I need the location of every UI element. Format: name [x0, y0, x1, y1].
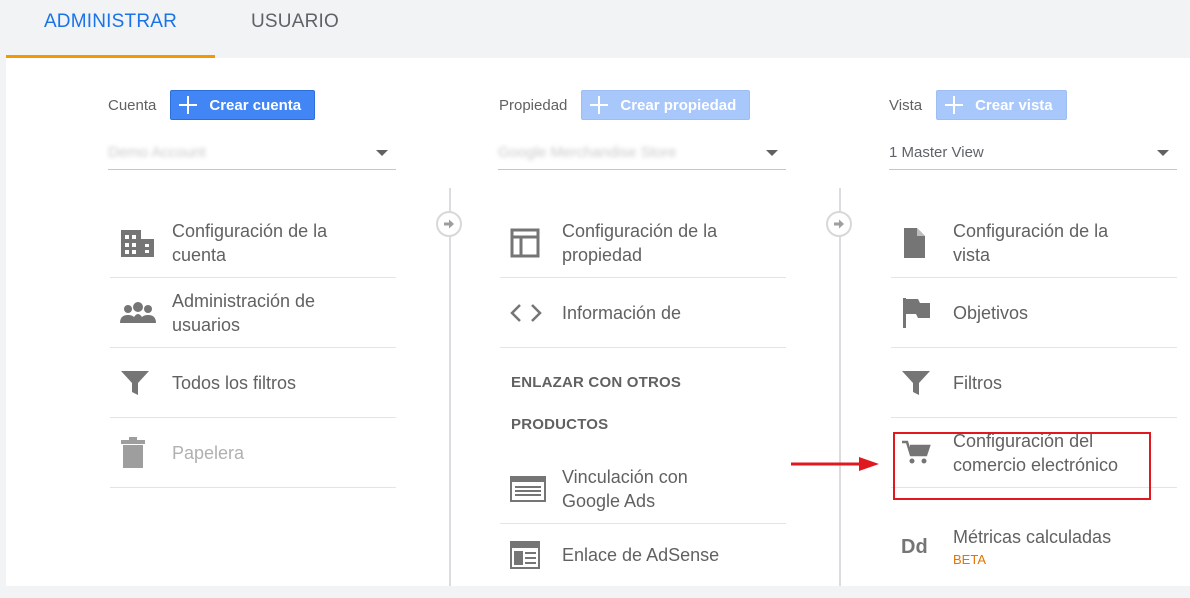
account-label: Cuenta [108, 96, 157, 114]
section-title-link-products: ENLAZAR CON OTROS [511, 374, 682, 391]
create-property-label: Crear propiedad [620, 96, 737, 114]
column-divider [839, 188, 841, 586]
admin-tabs: ADMINISTRAR USUARIO [0, 0, 1190, 58]
sidebar-item-label: Administración de usuarios [172, 290, 316, 335]
arrow-right-icon [436, 211, 462, 237]
code-icon [500, 293, 562, 333]
sidebar-item-label: Objetivos [953, 302, 1029, 323]
sidebar-item-all-filters[interactable]: Todos los filtros [110, 348, 396, 418]
account-header: Cuenta Crear cuenta [108, 90, 316, 120]
property-header: Propiedad Crear propiedad [499, 90, 751, 120]
trash-icon [110, 433, 172, 473]
sidebar-item-label-wrap: Métricas calculadas BETA [953, 525, 1111, 569]
people-icon [110, 293, 172, 333]
admin-panel: Cuenta Crear cuenta Demo Account Configu… [6, 58, 1190, 586]
sidebar-item-property-settings[interactable]: Configuración de la propiedad [500, 208, 786, 278]
layout-icon [500, 223, 562, 263]
create-view-button[interactable]: Crear vista [936, 90, 1067, 120]
building-icon [110, 223, 172, 263]
adsense-icon [500, 535, 562, 575]
view-select[interactable]: 1 Master View [889, 136, 1177, 170]
sidebar-item-google-ads-link[interactable]: Vinculación con Google Ads [500, 454, 786, 524]
chevron-down-icon [1157, 149, 1169, 156]
plus-icon [179, 96, 198, 114]
plus-icon [945, 96, 964, 114]
filter-icon [110, 363, 172, 403]
sidebar-item-account-settings[interactable]: Configuración de la cuenta [110, 208, 396, 278]
flag-icon [891, 293, 953, 333]
sidebar-item-label: Configuración de la cuenta [172, 220, 328, 265]
tab-usuario[interactable]: USUARIO [215, 0, 375, 58]
sidebar-item-label: Información de [562, 302, 682, 323]
property-select-value: Google Merchandise Store [498, 144, 677, 161]
red-arrow-icon [791, 457, 879, 471]
sidebar-item-view-settings[interactable]: Configuración de la vista [891, 208, 1177, 278]
sidebar-item-calculated-metrics[interactable]: Dd Métricas calculadas BETA [891, 508, 1177, 586]
sidebar-item-user-management[interactable]: Administración de usuarios [110, 278, 396, 348]
sidebar-item-adsense-link[interactable]: Enlace de AdSense [500, 524, 786, 586]
dd-icon: Dd [901, 535, 928, 558]
document-icon [891, 223, 953, 263]
highlight-box [893, 432, 1151, 500]
account-select[interactable]: Demo Account [108, 136, 396, 170]
beta-badge: BETA [953, 552, 986, 567]
filter-icon [891, 363, 953, 403]
sidebar-item-filters[interactable]: Filtros [891, 348, 1177, 418]
account-select-value: Demo Account [108, 144, 206, 161]
plus-icon [590, 96, 609, 114]
sidebar-item-label: Vinculación con Google Ads [562, 466, 688, 511]
sidebar-item-label: Configuración de la propiedad [562, 220, 718, 265]
section-title-products: PRODUCTOS [511, 416, 609, 433]
sidebar-item-tracking-info[interactable]: Información de [500, 278, 786, 348]
tab-administrar[interactable]: ADMINISTRAR [6, 0, 215, 58]
view-select-value: 1 Master View [889, 144, 984, 161]
sidebar-item-label: Papelera [172, 442, 245, 463]
sidebar-item-label: Configuración de la vista [953, 220, 1109, 265]
column-divider [449, 188, 451, 586]
sidebar-item-label: Métricas calculadas [953, 527, 1112, 547]
sidebar-item-trash[interactable]: Papelera [110, 418, 396, 488]
view-label: Vista [889, 96, 923, 114]
arrow-right-icon [826, 211, 852, 237]
property-select[interactable]: Google Merchandise Store [498, 136, 786, 170]
sidebar-item-label: Enlace de AdSense [562, 545, 720, 565]
ads-icon [500, 469, 562, 509]
create-account-label: Crear cuenta [209, 96, 302, 114]
create-account-button[interactable]: Crear cuenta [170, 90, 316, 120]
sidebar-item-label: Filtros [953, 372, 1002, 393]
sidebar-item-label: Todos los filtros [172, 372, 297, 393]
chevron-down-icon [766, 149, 778, 156]
chevron-down-icon [376, 149, 388, 156]
sidebar-item-goals[interactable]: Objetivos [891, 278, 1177, 348]
create-property-button[interactable]: Crear propiedad [581, 90, 751, 120]
view-header: Vista Crear vista [889, 90, 1067, 120]
property-label: Propiedad [499, 96, 568, 114]
create-view-label: Crear vista [975, 96, 1053, 114]
